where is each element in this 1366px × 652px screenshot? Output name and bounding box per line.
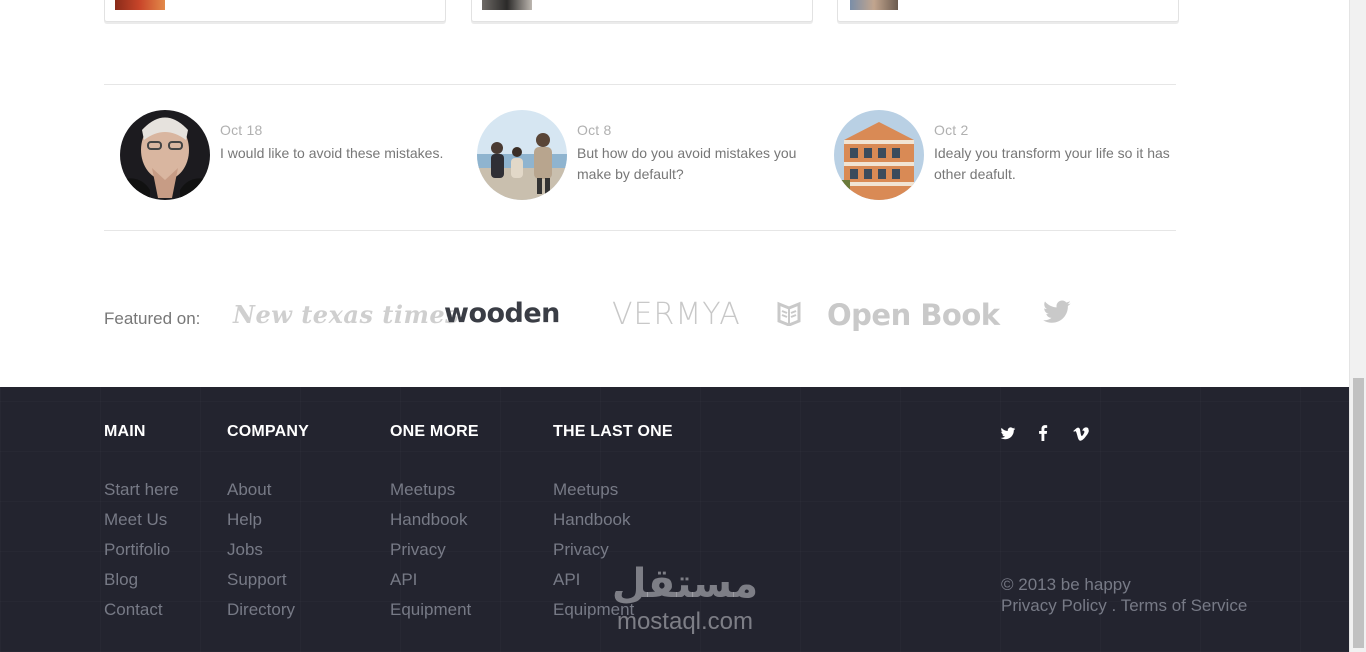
footer-link[interactable]: Portifolio	[104, 535, 179, 565]
post-date: Oct 8	[577, 122, 612, 138]
twitter-bird-logo[interactable]	[1042, 300, 1072, 326]
footer-link[interactable]: Blog	[104, 565, 179, 595]
footer-column-title: ONE MORE	[390, 423, 479, 440]
post-card-thumbnail	[115, 0, 165, 10]
post-date: Oct 18	[220, 122, 263, 138]
copyright-block: © 2013 be happy Privacy Policy . Terms o…	[1001, 574, 1247, 616]
vimeo-icon[interactable]	[1073, 425, 1091, 443]
vertical-scrollbar[interactable]	[1349, 0, 1366, 652]
recent-post[interactable]: Oct 2 Idealy you transform your life so …	[834, 110, 1174, 202]
footer-link[interactable]: Meetups	[553, 475, 673, 505]
legal-separator: .	[1106, 596, 1121, 615]
post-card-thumbnail	[482, 0, 532, 10]
mostaql-watermark: مستقل mostaql.com	[600, 562, 770, 640]
footer-link[interactable]: About	[227, 475, 309, 505]
avatar[interactable]	[120, 110, 210, 200]
footer-link[interactable]: Jobs	[227, 535, 309, 565]
featured-on: Featured on: New texas times wooden VERM…	[104, 296, 1104, 340]
watermark-latin: mostaql.com	[616, 608, 754, 635]
recent-post[interactable]: Oct 18 I would like to avoid these mista…	[120, 110, 460, 202]
divider	[104, 230, 1176, 231]
footer-link[interactable]: Handbook	[553, 505, 673, 535]
footer-link[interactable]: Meetups	[390, 475, 479, 505]
post-excerpt[interactable]: I would like to avoid these mistakes.	[220, 143, 460, 164]
footer-link[interactable]: Meet Us	[104, 505, 179, 535]
footer-link[interactable]: Help	[227, 505, 309, 535]
recent-post[interactable]: Oct 8 But how do you avoid mistakes you …	[477, 110, 817, 202]
post-card-thumbnail	[850, 0, 898, 10]
footer-link[interactable]: Contact	[104, 595, 179, 625]
post-excerpt[interactable]: Idealy you transform your life so it has…	[934, 143, 1174, 185]
footer-link[interactable]: Privacy	[390, 535, 479, 565]
open-book-icon	[776, 300, 802, 327]
footer-link[interactable]: API	[390, 565, 479, 595]
footer-link[interactable]: Directory	[227, 595, 309, 625]
featured-label: Featured on:	[104, 309, 201, 328]
new-texas-times-logo[interactable]: New texas times	[233, 300, 459, 329]
post-card[interactable]	[837, 0, 1179, 22]
footer-column-company: COMPANY About Help Jobs Support Director…	[227, 423, 309, 625]
open-book-logo[interactable]: Open Book	[827, 298, 1000, 332]
vermya-logo[interactable]: VERMYA	[612, 297, 741, 332]
divider	[104, 84, 1176, 85]
avatar[interactable]	[477, 110, 567, 200]
footer: MAIN Start here Meet Us Portifolio Blog …	[0, 387, 1349, 652]
facebook-icon[interactable]	[1038, 425, 1056, 443]
post-card[interactable]	[471, 0, 813, 22]
footer-link[interactable]: Support	[227, 565, 309, 595]
post-excerpt[interactable]: But how do you avoid mistakes you make b…	[577, 143, 817, 185]
twitter-icon[interactable]	[1000, 425, 1018, 443]
terms-of-service-link[interactable]: Terms of Service	[1121, 596, 1248, 615]
privacy-policy-link[interactable]: Privacy Policy	[1001, 596, 1107, 615]
footer-column-title: COMPANY	[227, 423, 309, 440]
recent-posts: Oct 18 I would like to avoid these mista…	[120, 110, 1180, 202]
footer-link[interactable]: Handbook	[390, 505, 479, 535]
post-date: Oct 2	[934, 122, 969, 138]
footer-link[interactable]: Equipment	[390, 595, 479, 625]
copyright-text: © 2013 be happy	[1001, 575, 1131, 594]
scrollbar-thumb[interactable]	[1353, 378, 1364, 648]
legal-links: Privacy Policy . Terms of Service	[1001, 595, 1247, 616]
wooden-logo[interactable]: wooden	[444, 298, 560, 329]
footer-column-one-more: ONE MORE Meetups Handbook Privacy API Eq…	[390, 423, 479, 625]
watermark-arabic: مستقل	[611, 561, 759, 607]
footer-link[interactable]: Start here	[104, 475, 179, 505]
post-cards-row	[104, 0, 1180, 24]
footer-column-title: THE LAST ONE	[553, 423, 673, 440]
footer-column-title: MAIN	[104, 423, 146, 440]
avatar[interactable]	[834, 110, 924, 200]
footer-column-main: MAIN Start here Meet Us Portifolio Blog …	[104, 423, 179, 625]
post-card[interactable]	[104, 0, 446, 22]
